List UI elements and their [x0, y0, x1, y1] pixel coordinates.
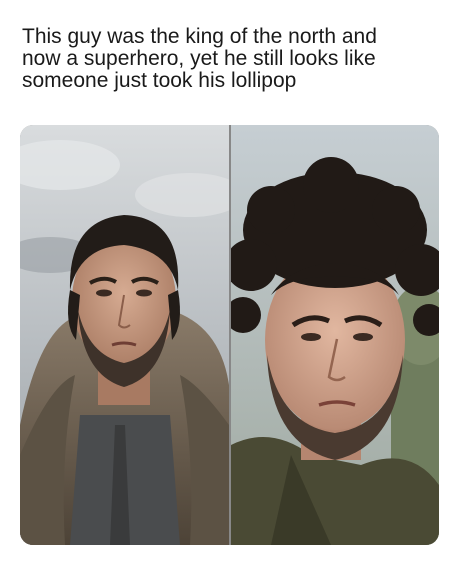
right-photo: [231, 125, 439, 545]
caption-line-3: someone just took his lollipop: [22, 69, 297, 92]
bearded-man-in-olive-jacket-icon: [231, 125, 439, 545]
caption-line-2: now a superhero, yet he still looks like: [22, 47, 376, 70]
photo-collage: [20, 125, 439, 545]
bearded-man-in-fur-cloak-icon: [20, 125, 229, 545]
left-photo: [20, 125, 229, 545]
caption-line-1: This guy was the king of the north and: [22, 25, 377, 48]
meme-caption: This guy was the king of the north and n…: [22, 26, 442, 92]
